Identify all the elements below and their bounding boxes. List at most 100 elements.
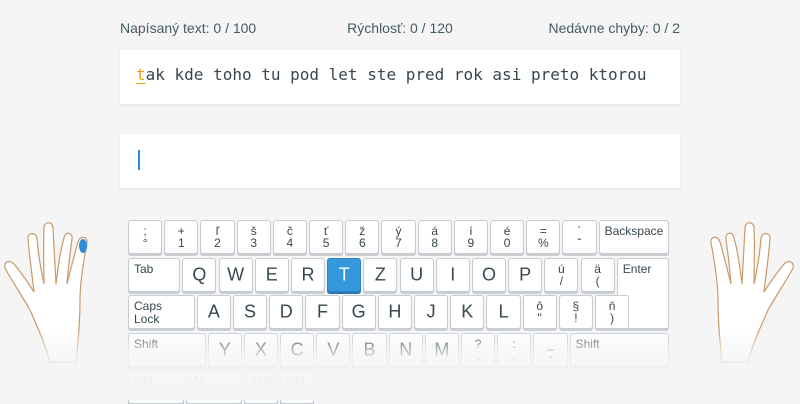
key-letter: I <box>450 264 456 285</box>
key-z[interactable]: Z <box>363 257 398 292</box>
typed-text-label: Napísaný text: <box>120 20 210 36</box>
key-label: Ctrl <box>286 374 305 389</box>
key-letter: H <box>388 301 402 322</box>
key-u[interactable]: U <box>399 257 434 292</box>
key-shift-char: _ <box>547 336 554 351</box>
key-m[interactable]: M <box>424 332 460 367</box>
key-alt[interactable]: Alt <box>185 370 242 404</box>
key-y[interactable]: Y <box>207 332 242 367</box>
key-é-0[interactable]: é0 <box>490 220 525 254</box>
key-shift-char: : <box>512 336 516 351</box>
key-g[interactable]: G <box>341 295 376 330</box>
key-shift-char: ä <box>594 261 601 276</box>
typing-input-panel[interactable] <box>120 134 680 188</box>
key-ctrl[interactable]: Ctrl <box>280 370 315 404</box>
key-base-char: 8 <box>431 236 439 250</box>
key-letter: Z <box>374 264 386 285</box>
key-i[interactable]: I <box>435 257 470 292</box>
key-e[interactable]: E <box>254 257 289 292</box>
key-base-char: " <box>537 311 542 326</box>
key-´-ˇ[interactable]: ´ ˇ <box>562 220 597 254</box>
key-ľ-2[interactable]: ľ2 <box>200 220 235 254</box>
key-letter: M <box>434 339 450 360</box>
key-á-8[interactable]: á8 <box>417 220 452 254</box>
key-base-char: 4 <box>286 236 294 250</box>
key-base-char: 2 <box>214 236 221 250</box>
key-v[interactable]: V <box>316 332 351 367</box>
key-letter: R <box>301 264 315 285</box>
key-§-![interactable]: §! <box>558 295 593 330</box>
key-letter: K <box>461 301 474 322</box>
key-base-char: 5 <box>322 236 330 250</box>
key-shift[interactable]: Shift <box>128 332 206 367</box>
key-+-1[interactable]: +1 <box>164 220 199 254</box>
key-ý-7[interactable]: ý7 <box>381 220 416 254</box>
key-ä-([interactable]: ä( <box>580 257 615 292</box>
key-ť-5[interactable]: ť5 <box>309 220 344 254</box>
key-letter: W <box>227 264 245 285</box>
key-base-char: ! <box>574 311 578 326</box>
key-c[interactable]: C <box>280 332 315 367</box>
key-letter: U <box>410 264 424 285</box>
key-ž-6[interactable]: ž6 <box>345 220 380 254</box>
key-ctrl[interactable]: Ctrl <box>128 370 184 404</box>
key-;-°[interactable]: ; ° <box>128 220 163 254</box>
key-?-,[interactable]: ?, <box>461 332 496 367</box>
key-ô-"[interactable]: ô " <box>522 295 557 330</box>
key-letter: B <box>363 339 376 360</box>
key-caps-lock[interactable]: Caps Lock <box>128 295 195 330</box>
key-tab[interactable]: Tab <box>128 257 181 292</box>
key-r[interactable]: R <box>290 257 326 292</box>
key-š-3[interactable]: š3 <box>236 220 271 254</box>
exercise-text: tak kde toho tu pod let ste pred rok asi… <box>136 65 647 84</box>
typed-text-stat: Napísaný text: 0 / 100 <box>120 20 256 36</box>
key-shift[interactable]: Shift <box>569 332 669 367</box>
key-č-4[interactable]: č4 <box>272 220 307 254</box>
key-n[interactable]: N <box>388 332 423 367</box>
key-a[interactable]: A <box>196 295 231 330</box>
key-s[interactable]: S <box>232 295 268 330</box>
key-b[interactable]: B <box>352 332 387 367</box>
key-base-char: 0 <box>503 236 511 250</box>
key-ň-)[interactable]: ň) <box>594 295 630 330</box>
key-=-%[interactable]: =% <box>526 220 561 254</box>
key-í-9[interactable]: í9 <box>453 220 488 254</box>
text-caret <box>138 150 140 170</box>
key-:-.[interactable]: :. <box>497 332 532 367</box>
recent-errors-stat: Nedávne chyby: 0 / 2 <box>548 20 680 36</box>
key-_--[interactable]: _ - <box>533 332 568 367</box>
key-ú-/[interactable]: ú / <box>544 257 579 292</box>
key-label: AltGr <box>249 374 278 389</box>
key-base-char: 9 <box>467 236 475 250</box>
recent-errors-label: Nedávne chyby: <box>548 20 649 36</box>
key-letter: X <box>254 339 267 360</box>
key-letter: V <box>327 339 340 360</box>
key-letter: L <box>498 301 509 322</box>
key-f[interactable]: F <box>305 295 340 330</box>
key-l[interactable]: L <box>486 295 521 330</box>
key-t[interactable]: T <box>327 257 362 292</box>
key-p[interactable]: P <box>508 257 543 292</box>
key-letter: S <box>244 301 257 322</box>
key-label: Enter <box>622 261 652 276</box>
key-k[interactable]: K <box>450 295 485 330</box>
key-j[interactable]: J <box>413 295 449 330</box>
key-letter: Y <box>218 339 231 360</box>
key-base-char: ˇ <box>577 236 582 250</box>
key-h[interactable]: H <box>377 295 412 330</box>
key-base-char: 3 <box>250 236 258 250</box>
key-x[interactable]: X <box>243 332 279 367</box>
key-o[interactable]: O <box>471 257 507 292</box>
key-letter: D <box>279 301 293 322</box>
key-q[interactable]: Q <box>182 257 217 292</box>
key-base-char: , <box>476 348 480 363</box>
key-letter: G <box>351 301 366 322</box>
key-backspace[interactable]: Backspace <box>598 220 669 254</box>
key-altgr[interactable]: AltGr <box>243 370 279 404</box>
key-w[interactable]: W <box>218 257 253 292</box>
key-letter: E <box>265 264 278 285</box>
speed-label: Rýchlosť: <box>347 20 407 36</box>
key-label: Tab <box>134 261 154 276</box>
key-d[interactable]: D <box>269 295 304 330</box>
left-index-finger-marker <box>79 239 87 253</box>
